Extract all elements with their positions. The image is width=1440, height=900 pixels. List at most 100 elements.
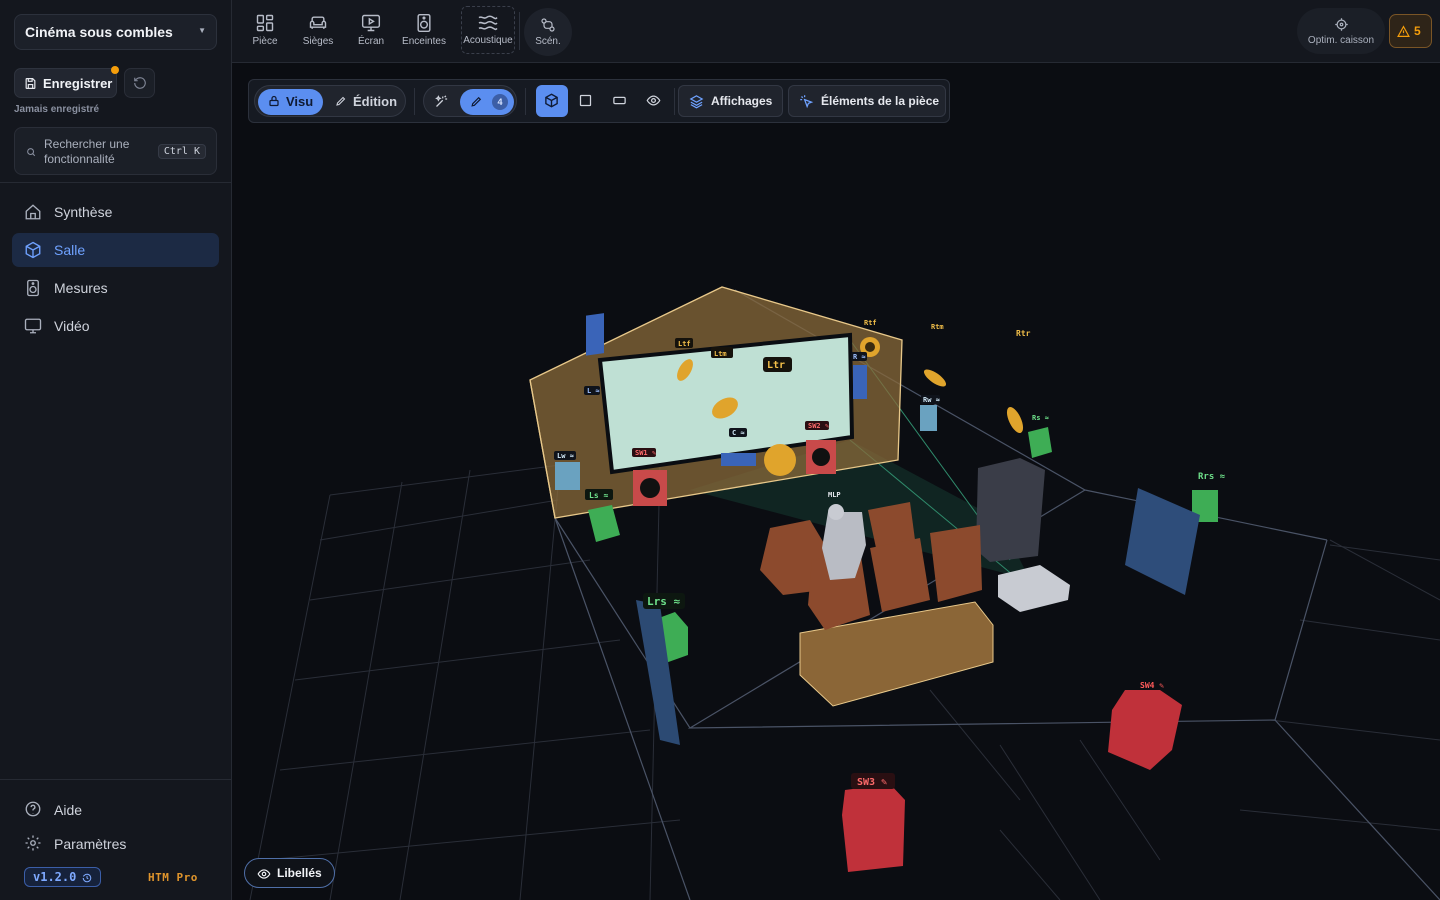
tab-ecran[interactable]: Écran [346,9,396,53]
mode-visu-button[interactable]: Visu [258,89,323,115]
mic-sphere [764,444,796,476]
speaker-wide-left[interactable] [555,462,580,490]
divider [519,12,520,50]
room-scene[interactable]: Ltf Ltm Ltr Rtf Rtm Rtr L ≈ R ≈ Lw ≈ Rw … [232,63,1440,900]
view-toolbar: Visu Édition 4 Affichages Éléments de la… [248,79,950,123]
tab-label: Sièges [302,36,334,47]
sparkles-icon [435,95,448,107]
mode-visu-label: Visu [286,94,314,109]
nav-item-mesures[interactable]: Mesures [12,271,219,305]
top-bar: Pièce Sièges Écran Enceintes Acoustique … [232,0,1440,63]
version-label: v1.2.0 [33,870,77,884]
cube-icon [545,93,558,108]
label-r: R ≈ [853,353,866,361]
save-button[interactable]: Enregistrer [14,66,119,98]
square-icon [579,94,592,107]
undo-icon [134,77,146,89]
mode-switch: Visu Édition [254,85,406,117]
pencil-icon [471,96,482,107]
nav-label: Synthèse [54,204,113,220]
tab-enceintes[interactable]: Enceintes [399,9,449,53]
help-link[interactable]: Aide [24,801,83,818]
label-lrs: Lrs ≈ [647,595,680,608]
view-top-button[interactable] [570,85,602,117]
divider [674,88,675,115]
speaker-front-left[interactable] [586,313,604,356]
monitor-icon [24,318,42,334]
help-label: Aide [54,802,83,818]
view-3d-button[interactable] [536,85,568,117]
nav-item-synthese[interactable]: Synthèse [12,195,219,229]
mode-edition-button[interactable]: Édition [325,89,403,115]
sofa-icon [309,16,327,29]
layers-icon [689,95,704,109]
speaker-icon [417,13,431,33]
version-badge[interactable]: v1.2.0 [24,867,101,887]
labels-toggle-label: Libellés [277,866,322,880]
tab-piece[interactable]: Pièce [240,9,290,53]
mode-edition-label: Édition [353,94,398,109]
magic-tool-button[interactable] [426,86,458,118]
labels-toggle-button[interactable]: Libellés [244,858,335,888]
tab-label: Acoustique [463,35,513,46]
label-c: C ≈ [732,429,745,437]
tab-label: Écran [357,36,385,47]
undo-button[interactable] [124,68,155,98]
nav-label: Mesures [54,280,108,296]
speaker-wide-right[interactable] [920,405,937,431]
label-rrs: Rrs ≈ [1198,472,1226,482]
project-selector[interactable]: Cinéma sous combles ▼ [14,14,217,50]
save-status: Jamais enregistré [14,104,100,115]
subwoofer-cone [812,448,830,466]
nav-item-salle[interactable]: Salle [12,233,219,267]
draw-tool-button[interactable]: 4 [460,89,514,115]
search-placeholder: Rechercher une fonctionnalité [44,137,130,166]
view-eye-button[interactable] [638,85,670,117]
feature-search[interactable]: Rechercher une fonctionnalité Ctrl K [14,127,217,175]
displays-button[interactable]: Affichages [678,85,783,117]
nav-item-video[interactable]: Vidéo [12,309,219,343]
subwoofer-sw3[interactable] [842,784,905,872]
search-shortcut: Ctrl K [157,144,206,159]
divider [0,182,231,183]
label-rw: Rw ≈ [923,396,940,404]
warnings-button[interactable]: 5 [1389,14,1432,48]
crosshair-icon [1334,18,1348,31]
tab-sieges[interactable]: Sièges [293,9,343,53]
label-rs: Rs ≈ [1032,414,1049,422]
gear-icon [25,835,41,851]
tab-scenarios[interactable]: Scén. [524,8,572,56]
equipment-rack[interactable] [976,458,1045,562]
view-front-button[interactable] [604,85,636,117]
help-icon [25,801,41,817]
sidebar: Cinéma sous combles ▼ Enregistrer Jamais… [0,0,232,900]
label-lw: Lw ≈ [557,452,574,460]
settings-link[interactable]: Paramètres [24,835,126,852]
rectangle-icon [613,96,626,105]
optim-label: Optim. caisson [1307,35,1375,46]
git-compare-icon [541,18,555,32]
room-elements-button[interactable]: Éléments de la pièce [788,85,946,117]
speaker-cone [865,342,875,352]
tab-acoustique[interactable]: Acoustique [461,6,515,54]
label-l: L ≈ [587,387,600,395]
tab-label: Pièce [252,36,278,47]
pointer-sparkle-icon [800,95,814,109]
tab-label: Enceintes [402,36,446,47]
cube-icon [25,241,41,259]
lock-icon [269,95,279,107]
optim-subwoofer-button[interactable]: Optim. caisson [1297,8,1385,54]
speaker-front-right[interactable] [853,365,867,399]
label-sw2: SW2 ✎ [808,422,829,430]
pencil-icon [336,96,346,106]
eye-icon [646,95,661,106]
speaker-icon [27,279,39,297]
divider [0,779,231,780]
draw-count-badge: 4 [492,94,508,110]
warnings-count: 5 [1414,24,1421,38]
displays-label: Affichages [711,94,773,108]
speaker-center[interactable] [721,453,756,466]
search-icon [27,148,36,157]
room-3d-viewport[interactable]: Ltf Ltm Ltr Rtf Rtm Rtr L ≈ R ≈ Lw ≈ Rw … [232,63,1440,900]
tools-group: 4 [423,85,517,117]
